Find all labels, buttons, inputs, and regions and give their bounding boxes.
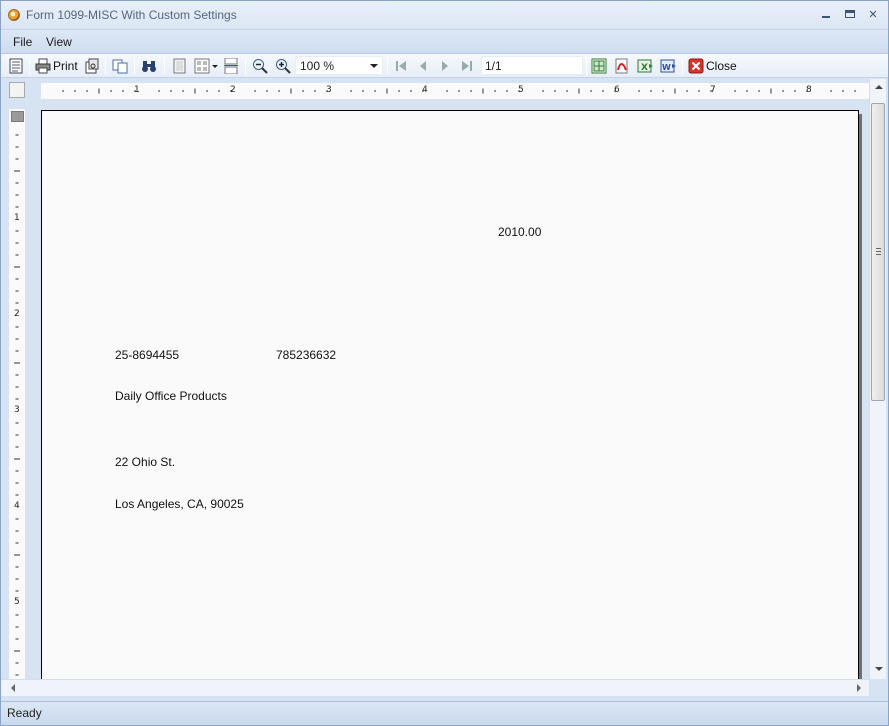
city-state-zip-field: Los Angeles, CA, 90025: [115, 497, 244, 511]
toolbar-separator: [105, 58, 106, 74]
ruler-number: 5: [14, 597, 20, 607]
street-address-field: 22 Ohio St.: [115, 455, 176, 469]
horizontal-scrollbar[interactable]: [1, 679, 869, 696]
multiple-pages-icon[interactable]: [194, 58, 210, 74]
toolbar: Print X W Close: [1, 54, 888, 78]
first-page-icon[interactable]: [393, 58, 409, 74]
next-page-icon[interactable]: [437, 58, 453, 74]
ruler-number: 1: [14, 213, 20, 223]
ruler-number: 7: [710, 85, 716, 95]
copy-icon[interactable]: [112, 58, 128, 74]
vertical-ruler: 1 2 3 4 5: [9, 109, 25, 681]
ruler-number: 1: [134, 85, 140, 95]
export-excel-icon[interactable]: [591, 58, 607, 74]
scroll-left-icon[interactable]: [11, 684, 15, 692]
menu-view[interactable]: View: [46, 35, 72, 49]
ruler-number: 3: [326, 85, 332, 95]
minimize-button[interactable]: [819, 8, 833, 22]
horizontal-ruler: 1 2 3 4 5 6 7 8: [41, 83, 869, 99]
print-button[interactable]: Print: [53, 59, 78, 73]
scroll-right-icon[interactable]: [857, 684, 861, 692]
app-window: Form 1099-MISC With Custom Settings ✕ Fi…: [0, 0, 889, 726]
status-bar: Ready: [1, 701, 888, 725]
previous-page-icon[interactable]: [415, 58, 431, 74]
title-bar: Form 1099-MISC With Custom Settings ✕: [1, 1, 888, 30]
ruler-number: 2: [230, 85, 236, 95]
menu-file[interactable]: File: [13, 35, 32, 49]
report-page: 2010.00 25-8694455 785236632 Daily Offic…: [41, 110, 859, 682]
last-page-icon[interactable]: [459, 58, 475, 74]
toolbar-separator: [29, 58, 30, 74]
ruler-number: 5: [518, 85, 524, 95]
zoom-out-icon[interactable]: [252, 58, 268, 74]
page-number-input[interactable]: 1/1: [481, 56, 583, 75]
toolbar-separator: [134, 58, 135, 74]
recipient-name-field: Daily Office Products: [115, 389, 227, 403]
scroll-down-icon[interactable]: [875, 667, 883, 671]
toolbar-separator: [164, 58, 165, 74]
binoculars-icon[interactable]: [141, 58, 157, 74]
close-button[interactable]: Close: [706, 59, 737, 73]
recipient-tin-field: 785236632: [276, 348, 337, 362]
chevron-down-icon[interactable]: [370, 64, 378, 68]
close-icon[interactable]: [688, 58, 704, 74]
export-rtf-icon[interactable]: W: [660, 58, 676, 74]
toolbar-separator: [682, 58, 683, 74]
horizontal-ruler-ticks: [62, 88, 856, 94]
ruler-corner: [9, 82, 25, 98]
ruler-number: 6: [614, 85, 620, 95]
vertical-scroll-thumb[interactable]: [871, 103, 885, 401]
zoom-select[interactable]: 100 %: [295, 56, 383, 75]
close-window-button[interactable]: ✕: [866, 8, 880, 22]
toolbar-separator: [387, 58, 388, 74]
continuous-pages-icon[interactable]: [223, 58, 239, 74]
maximize-button[interactable]: [843, 8, 857, 22]
ruler-number: 3: [14, 405, 20, 415]
window-title: Form 1099-MISC With Custom Settings: [26, 8, 237, 22]
zoom-value: 100 %: [300, 59, 335, 73]
zoom-in-icon[interactable]: [275, 58, 291, 74]
document-map-icon[interactable]: [8, 58, 24, 74]
minimize-icon: [822, 16, 830, 18]
print-icon[interactable]: [35, 58, 51, 74]
amount-field: 2010.00: [498, 225, 542, 239]
menu-bar: File View: [1, 30, 888, 54]
export-xls-icon[interactable]: X: [637, 58, 653, 74]
toolbar-separator: [586, 58, 587, 74]
svg-text:W: W: [662, 63, 671, 72]
grip-icon: [876, 248, 881, 255]
status-text: Ready: [7, 706, 42, 720]
page-number-value: 1/1: [485, 59, 502, 73]
ruler-number: 8: [806, 85, 812, 95]
ruler-number: 4: [422, 85, 428, 95]
vertical-ruler-ticks: [14, 134, 20, 676]
toolbar-separator: [245, 58, 246, 74]
scroll-up-icon[interactable]: [875, 85, 883, 89]
page-setup-icon[interactable]: [84, 58, 100, 74]
export-pdf-icon[interactable]: [614, 58, 630, 74]
payer-tin-field: 25-8694455: [115, 348, 180, 362]
margin-marker[interactable]: [11, 111, 24, 122]
maximize-icon: [845, 10, 855, 18]
svg-text:X: X: [641, 63, 648, 73]
chevron-down-icon[interactable]: [212, 65, 218, 68]
ruler-number: 4: [14, 501, 20, 511]
ruler-number: 2: [14, 309, 20, 319]
app-icon: [8, 9, 20, 21]
single-page-icon[interactable]: [171, 58, 187, 74]
